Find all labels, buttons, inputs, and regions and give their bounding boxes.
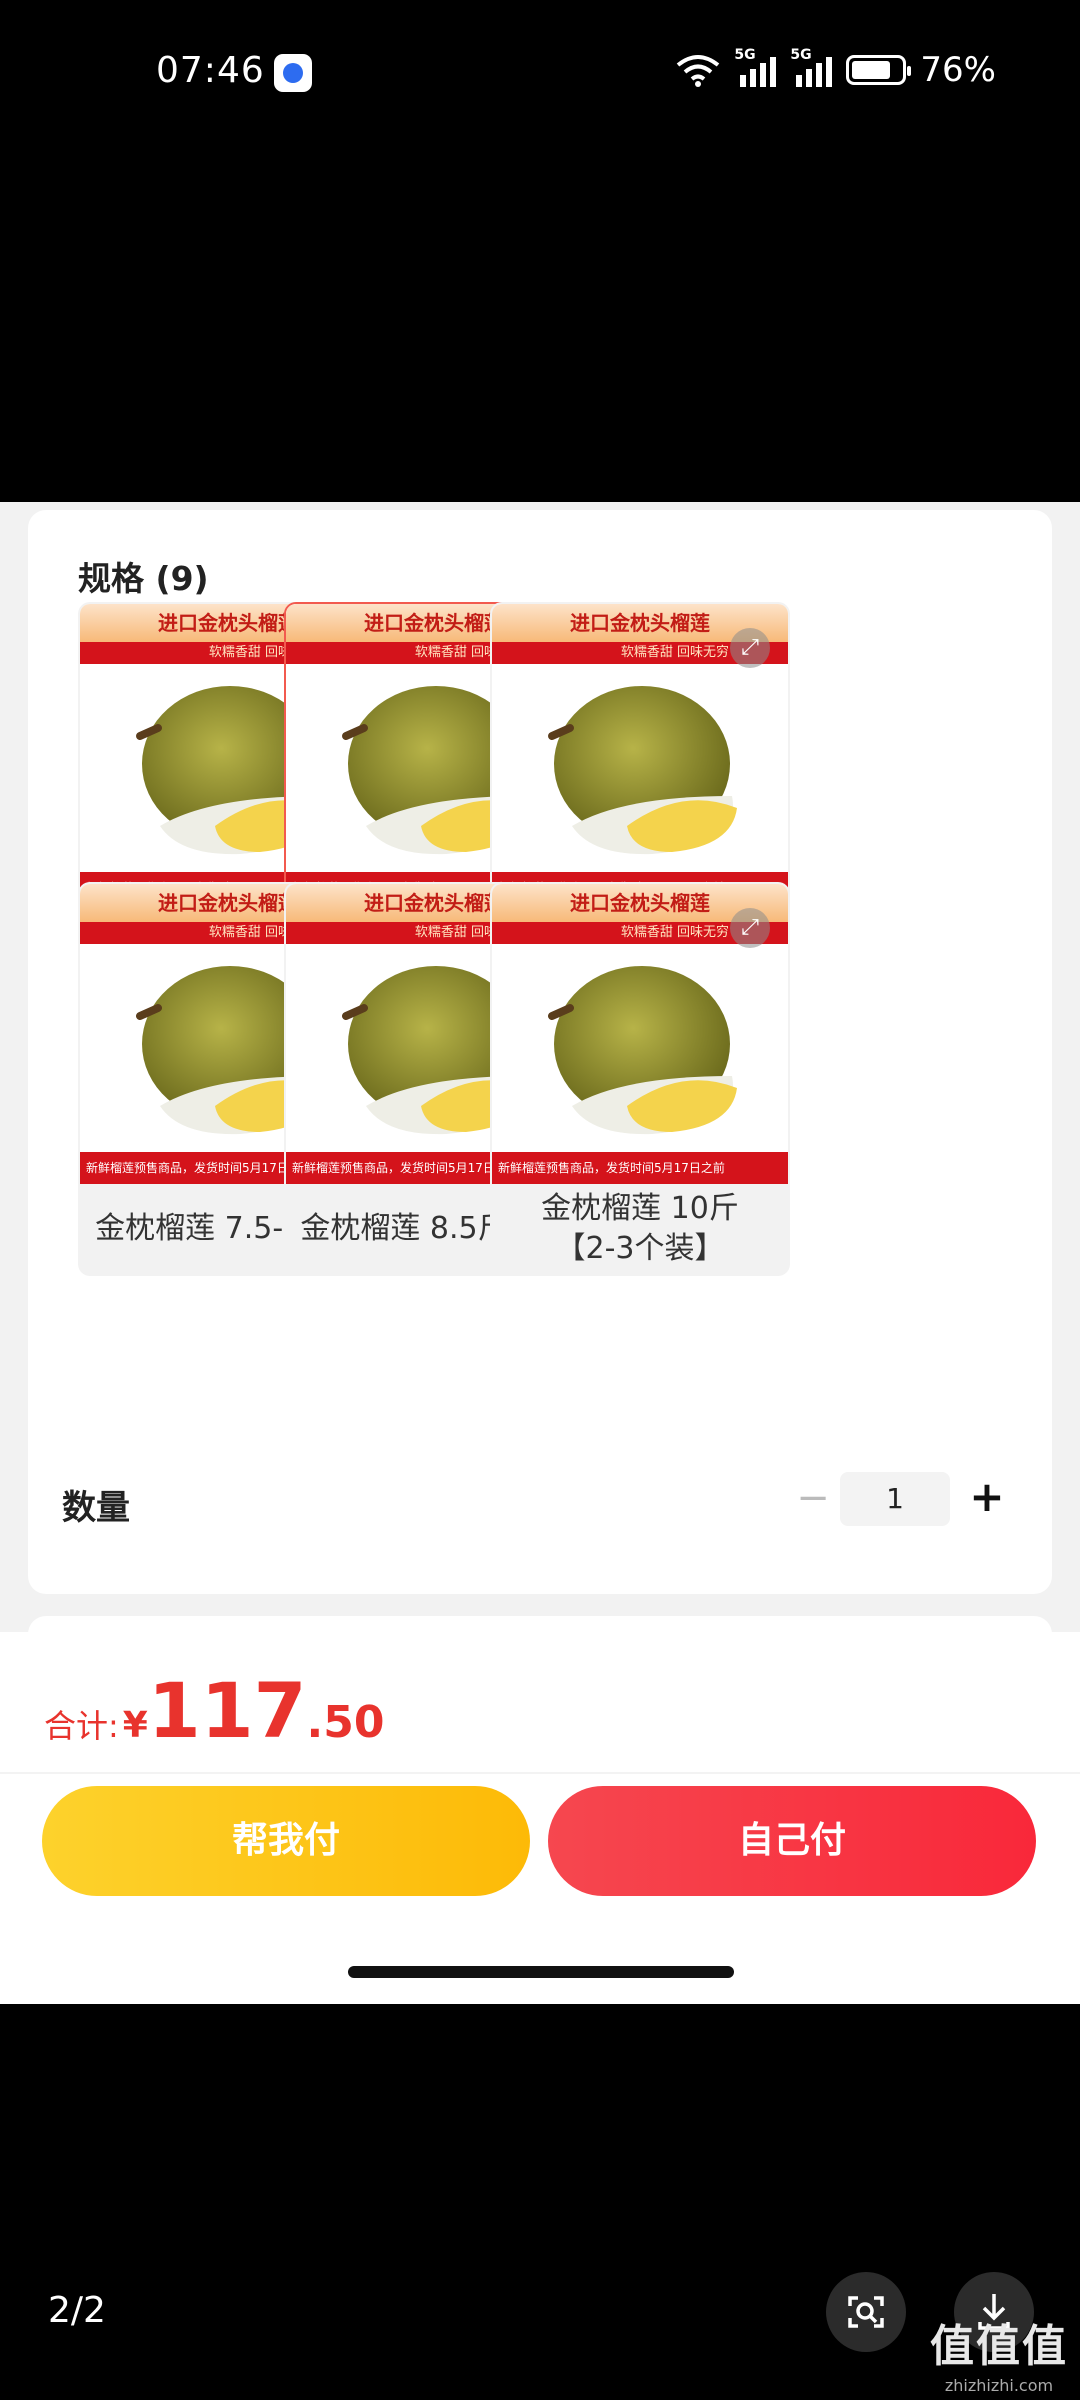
spec-thumbnail: 进口金枕头榴莲软糯香甜 回味无穷新鲜榴莲预售商品，发货时间5月17日之前⤢ bbox=[492, 604, 788, 904]
cell-signal-icon: 5G bbox=[734, 47, 777, 87]
scan-icon bbox=[848, 2296, 884, 2328]
total-integer: 117 bbox=[147, 1666, 307, 1755]
scan-button[interactable] bbox=[826, 2272, 906, 2352]
thumb-footer: 新鲜榴莲预售商品，发货时间5月17日之前 bbox=[492, 1152, 788, 1184]
baidu-app-icon bbox=[274, 54, 312, 92]
total-decimal: .50 bbox=[306, 1697, 385, 1748]
help-pay-button[interactable]: 帮我付 bbox=[42, 1786, 530, 1896]
watermark: 值值值 zhizhizhi.com bbox=[924, 2310, 1074, 2395]
spec-option-label: 金枕榴莲 10斤 【2-3个装】 bbox=[541, 1191, 739, 1266]
self-pay-button[interactable]: 自己付 bbox=[548, 1786, 1036, 1896]
product-sheet: 规格 (9) 进口金枕头榴莲软糯香甜 回味无穷新鲜榴莲预售商品，发货时间5月17… bbox=[0, 502, 1080, 2004]
total-label: 合计: bbox=[44, 1707, 119, 1745]
spec-thumbnail: 进口金枕头榴莲软糯香甜 回味无穷新鲜榴莲预售商品，发货时间5月17日之前⤢ bbox=[492, 884, 788, 1184]
expand-icon[interactable]: ⤢ bbox=[730, 908, 770, 948]
network-type-2: 5G bbox=[790, 47, 812, 63]
spec-option[interactable]: 进口金枕头榴莲软糯香甜 回味无穷新鲜榴莲预售商品，发货时间5月17日之前⤢金枕榴… bbox=[490, 882, 790, 1276]
status-time: 07:46 bbox=[156, 50, 265, 91]
watermark-url: zhizhizhi.com bbox=[944, 2376, 1054, 2395]
cell-signal-icon-2: 5G bbox=[790, 47, 833, 87]
quantity-minus-button[interactable]: − bbox=[788, 1478, 838, 1522]
spec-card: 规格 (9) 进口金枕头榴莲软糯香甜 回味无穷新鲜榴莲预售商品，发货时间5月17… bbox=[28, 510, 1052, 1594]
wifi-icon bbox=[677, 55, 720, 87]
page-indicator: 2/2 bbox=[48, 2290, 106, 2331]
status-right: 5G 5G 76% bbox=[676, 47, 996, 90]
checkout-footer: 合计: ¥ 117 .50 帮我付 自己付 bbox=[0, 1632, 1080, 2004]
home-indicator[interactable] bbox=[348, 1966, 734, 1978]
durian-image bbox=[548, 686, 737, 855]
quantity-plus-button[interactable]: + bbox=[962, 1474, 1012, 1524]
quantity-input[interactable]: 1 bbox=[840, 1472, 950, 1526]
total-price: 合计: ¥ 117 .50 bbox=[44, 1666, 384, 1755]
network-type-1: 5G bbox=[734, 47, 756, 63]
battery-percent: 76% bbox=[920, 50, 996, 90]
durian-image bbox=[548, 966, 737, 1135]
battery-icon bbox=[846, 55, 912, 85]
currency-symbol: ¥ bbox=[122, 1705, 148, 1746]
expand-icon[interactable]: ⤢ bbox=[730, 628, 770, 668]
divider bbox=[0, 1772, 1080, 1774]
status-bar: 07:46 5G 5G 76% bbox=[0, 0, 1080, 140]
spec-title: 规格 (9) bbox=[78, 559, 209, 598]
watermark-logo: 值值值 bbox=[930, 2321, 1068, 2372]
quantity-label: 数量 bbox=[62, 1488, 130, 1528]
